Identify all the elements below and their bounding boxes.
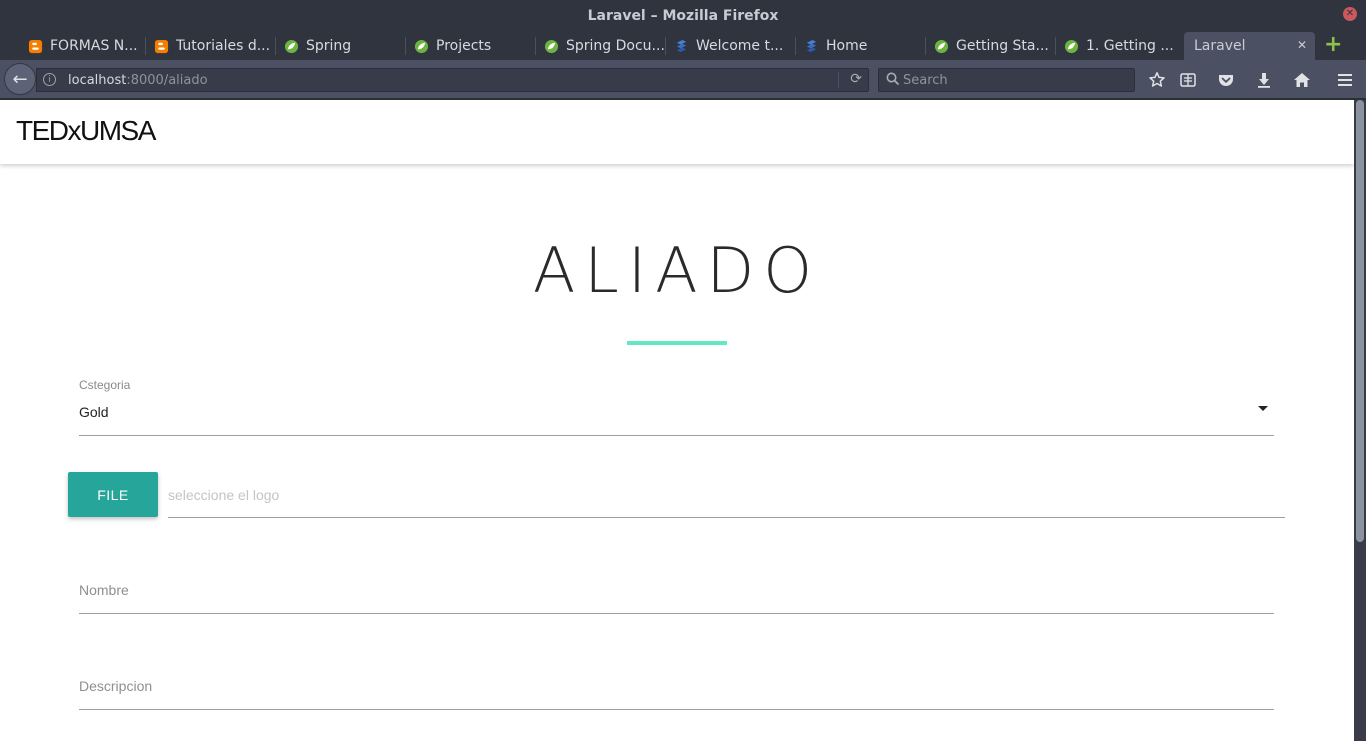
tab-label: Getting Sta... bbox=[956, 38, 1049, 54]
descripcion-field[interactable] bbox=[79, 670, 1274, 710]
tab-formas[interactable]: FORMAS N... bbox=[20, 32, 146, 60]
scrollbar-thumb[interactable] bbox=[1356, 100, 1364, 542]
download-icon bbox=[1258, 73, 1270, 88]
brand-logo[interactable]: TEDxUMSA bbox=[16, 115, 156, 147]
tab-label: Spring Docu... bbox=[566, 38, 665, 54]
chevron-down-icon bbox=[1258, 406, 1268, 411]
reload-icon[interactable]: ⟳ bbox=[850, 71, 862, 87]
file-button[interactable]: FILE bbox=[68, 472, 158, 517]
page-title: ALIADO bbox=[532, 234, 822, 307]
window-title: Laravel – Mozilla Firefox bbox=[587, 8, 779, 24]
reading-list-icon bbox=[1180, 73, 1196, 87]
logo-path-input[interactable] bbox=[168, 480, 1285, 510]
download-button[interactable] bbox=[1254, 70, 1274, 90]
logo-file-path[interactable] bbox=[168, 480, 1285, 518]
stack-icon bbox=[806, 39, 817, 52]
search-icon bbox=[886, 72, 900, 86]
back-button[interactable]: ← bbox=[4, 63, 36, 95]
tab-spring[interactable]: Spring bbox=[276, 32, 406, 60]
url-divider bbox=[838, 72, 839, 88]
home-icon bbox=[1294, 73, 1310, 87]
spring-icon bbox=[414, 39, 429, 53]
tab-strip: FORMAS N... Tutoriales d... Spring Proje… bbox=[0, 32, 1366, 60]
tab-label: Projects bbox=[436, 38, 492, 54]
spring-icon bbox=[934, 39, 949, 53]
bookmark-star-button[interactable] bbox=[1147, 70, 1167, 90]
tab-home[interactable]: Home bbox=[796, 32, 926, 60]
tab-label: Welcome t... bbox=[696, 38, 784, 54]
bookmark-star-icon bbox=[1149, 72, 1165, 87]
pocket-button[interactable] bbox=[1216, 70, 1236, 90]
spring-icon bbox=[1064, 39, 1079, 53]
nombre-input[interactable] bbox=[79, 574, 1274, 606]
categoria-label: Cstegoria bbox=[79, 378, 131, 392]
menu-icon bbox=[1338, 74, 1352, 86]
menu-button[interactable] bbox=[1335, 70, 1355, 90]
search-input[interactable] bbox=[903, 72, 1123, 88]
nombre-field[interactable] bbox=[79, 574, 1274, 614]
tab-laravel-active[interactable]: Laravel ✕ bbox=[1184, 32, 1315, 60]
app-navbar: TEDxUMSA bbox=[0, 100, 1354, 164]
tab-welcome[interactable]: Welcome t... bbox=[666, 32, 796, 60]
tab-label: Home bbox=[826, 38, 868, 54]
window-titlebar: Laravel – Mozilla Firefox ✕ bbox=[0, 0, 1366, 32]
tab-label: Laravel bbox=[1194, 38, 1246, 54]
blogger-icon bbox=[154, 39, 169, 53]
tab-spring-docs[interactable]: Spring Docu... bbox=[536, 32, 666, 60]
vertical-scrollbar[interactable] bbox=[1354, 100, 1366, 741]
tab-tutoriales[interactable]: Tutoriales d... bbox=[146, 32, 276, 60]
url-host: localhost bbox=[68, 73, 127, 88]
descripcion-input[interactable] bbox=[79, 670, 1274, 702]
tab-projects[interactable]: Projects bbox=[406, 32, 536, 60]
tab-label: Spring bbox=[306, 38, 352, 54]
stack-icon bbox=[676, 39, 687, 52]
home-button[interactable] bbox=[1292, 70, 1312, 90]
tab-label: FORMAS N... bbox=[50, 38, 138, 54]
navigation-toolbar: ← i localhost:8000/aliado ⟳ bbox=[0, 60, 1366, 99]
tab-close-icon[interactable]: ✕ bbox=[1297, 38, 1307, 52]
blogger-icon bbox=[28, 39, 43, 53]
tab-label: Tutoriales d... bbox=[176, 38, 271, 54]
window-close-button[interactable]: ✕ bbox=[1343, 7, 1357, 21]
tab-getting-1[interactable]: 1. Getting ... bbox=[1056, 32, 1182, 60]
tab-getting-started[interactable]: Getting Sta... bbox=[926, 32, 1056, 60]
reading-list-button[interactable] bbox=[1178, 70, 1198, 90]
url-text[interactable]: localhost:8000/aliado bbox=[68, 73, 208, 88]
spring-icon bbox=[284, 39, 299, 53]
categoria-select[interactable]: Gold bbox=[79, 398, 1274, 436]
spring-icon bbox=[544, 39, 559, 53]
categoria-value: Gold bbox=[79, 404, 109, 420]
new-tab-button[interactable]: + bbox=[1324, 34, 1342, 56]
site-info-icon[interactable]: i bbox=[43, 73, 56, 86]
url-path: :8000/aliado bbox=[126, 73, 208, 88]
title-underline bbox=[627, 341, 727, 345]
pocket-icon bbox=[1219, 75, 1233, 86]
url-bar[interactable]: i localhost:8000/aliado ⟳ bbox=[36, 68, 869, 92]
tab-label: 1. Getting ... bbox=[1086, 38, 1174, 54]
back-arrow-icon: ← bbox=[12, 68, 28, 90]
search-bar[interactable] bbox=[878, 68, 1135, 92]
page-viewport: TEDxUMSA ALIADO Cstegoria Gold FILE bbox=[0, 100, 1354, 741]
